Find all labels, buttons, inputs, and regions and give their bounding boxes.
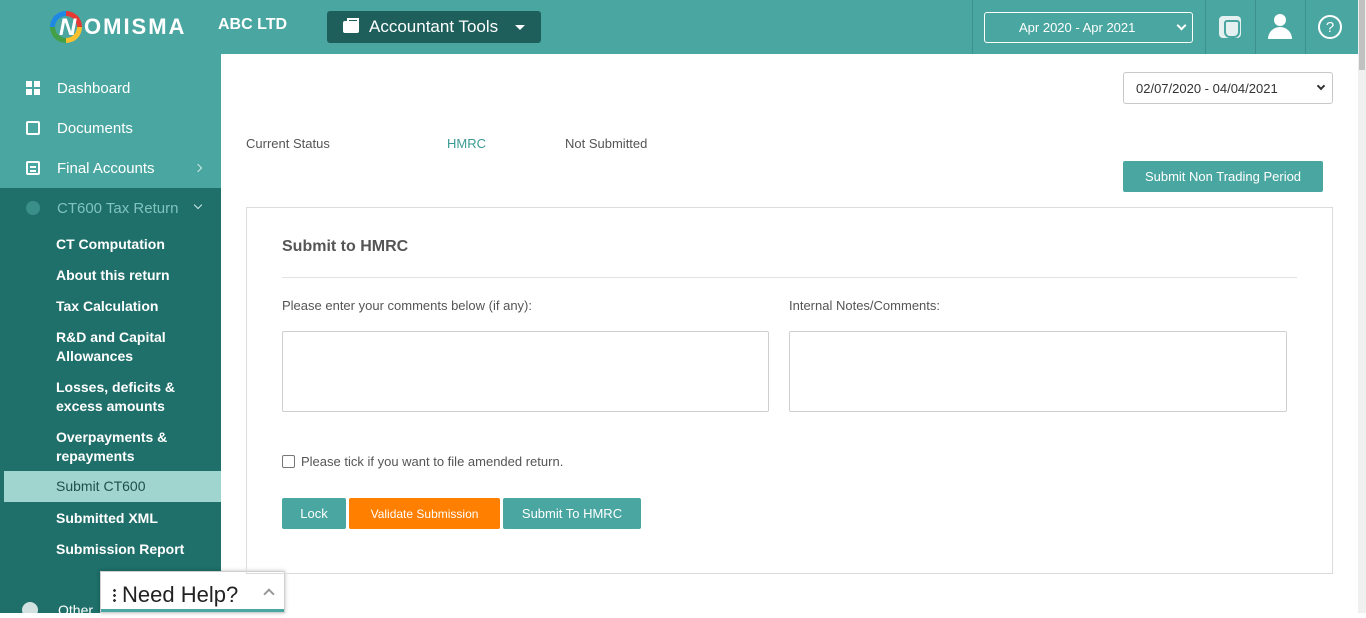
- hmrc-crest-button[interactable]: [1205, 0, 1255, 54]
- logo-text: OMISMA: [84, 14, 187, 39]
- caret-down-icon: [515, 24, 525, 30]
- submit-non-trading-button[interactable]: Submit Non Trading Period: [1123, 161, 1323, 192]
- sidebar-subitem-submit-ct600[interactable]: Submit CT600: [4, 471, 221, 502]
- accountant-tools-label: Accountant Tools: [369, 17, 499, 36]
- chevron-up-icon[interactable]: [263, 588, 275, 600]
- sidebar-subitem-overpayments[interactable]: Overpayments & repayments: [56, 428, 221, 466]
- sidebar-subitem-submitted-xml[interactable]: Submitted XML: [56, 509, 221, 528]
- drag-handle-icon[interactable]: [113, 588, 116, 602]
- top-bar: N OMISMA ABC LTD Accountant Tools Apr 20…: [0, 0, 1366, 54]
- validate-submission-button[interactable]: Validate Submission: [349, 498, 500, 529]
- sidebar-subitem-losses[interactable]: Losses, deficits & excess amounts: [56, 378, 221, 416]
- chevron-down-icon: [1316, 81, 1326, 91]
- sidebar-subitem-rd-capital-allowances[interactable]: R&D and Capital Allowances: [56, 328, 221, 366]
- amend-return-label: Please tick if you want to file amended …: [301, 454, 564, 469]
- help-icon: ?: [1318, 15, 1342, 39]
- panel-title: Submit to HMRC: [282, 238, 409, 255]
- sidebar-item-label: Documents: [57, 119, 133, 137]
- page-scrollbar[interactable]: [1358, 0, 1366, 613]
- period-select[interactable]: Apr 2020 - Apr 2021: [984, 12, 1193, 43]
- sidebar-subitem-ct-computation[interactable]: CT Computation: [56, 235, 221, 254]
- lock-button[interactable]: Lock: [282, 498, 346, 529]
- chevron-down-icon: [1176, 20, 1187, 31]
- sidebar-item-documents[interactable]: Documents: [0, 108, 221, 148]
- help-button[interactable]: ?: [1305, 0, 1355, 54]
- need-help-accent-bar: [101, 609, 284, 612]
- divider: [282, 277, 1297, 278]
- sidebar-item-label: CT600 Tax Return: [57, 199, 179, 217]
- user-icon: [1268, 14, 1292, 40]
- need-help-label: Need Help?: [122, 582, 239, 607]
- sidebar-subitem-about-return[interactable]: About this return: [56, 266, 221, 285]
- sidebar-item-label: Dashboard: [57, 79, 131, 97]
- crest-icon: [1219, 16, 1241, 38]
- briefcase-icon: [343, 18, 359, 33]
- dashboard-icon: [26, 81, 40, 95]
- sidebar-subitem-submission-report[interactable]: Submission Report: [56, 540, 221, 559]
- documents-icon: [26, 121, 40, 135]
- sidebar-item-label: Final Accounts: [57, 159, 155, 177]
- sidebar-item-final-accounts[interactable]: Final Accounts: [0, 148, 221, 188]
- nomisma-logo[interactable]: N OMISMA: [50, 10, 186, 44]
- accountant-tools-dropdown[interactable]: Accountant Tools: [327, 11, 541, 43]
- other-icon: [22, 602, 38, 618]
- tax-return-icon: [26, 201, 40, 215]
- chevron-right-icon: [193, 163, 203, 173]
- amend-return-checkbox[interactable]: [282, 455, 295, 468]
- user-profile-button[interactable]: [1255, 0, 1305, 54]
- accounts-icon: [26, 161, 40, 175]
- status-hmrc: HMRC: [447, 136, 486, 151]
- divider: [972, 0, 973, 54]
- current-status-label: Current Status: [246, 136, 330, 151]
- scrollbar-thumb[interactable]: [1359, 0, 1365, 70]
- internal-notes-textarea[interactable]: [789, 331, 1287, 412]
- logo-letter: N: [59, 14, 77, 41]
- company-name: ABC LTD: [218, 16, 288, 33]
- logo-ring-icon: N: [50, 11, 82, 43]
- sidebar-item-dashboard[interactable]: Dashboard: [0, 68, 221, 108]
- comments-label: Please enter your comments below (if any…: [282, 298, 532, 313]
- sidebar-item-other[interactable]: Other: [22, 602, 93, 618]
- need-help-widget[interactable]: Need Help?: [100, 571, 285, 613]
- date-range-value: 02/07/2020 - 04/04/2021: [1136, 80, 1278, 96]
- comments-textarea[interactable]: [282, 331, 769, 412]
- date-range-select[interactable]: 02/07/2020 - 04/04/2021: [1123, 72, 1333, 104]
- internal-notes-label: Internal Notes/Comments:: [789, 298, 941, 313]
- chevron-down-icon: [193, 200, 203, 210]
- sidebar-item-label: Other: [58, 602, 94, 618]
- sidebar-subitem-tax-calculation[interactable]: Tax Calculation: [56, 297, 221, 316]
- status-value: Not Submitted: [565, 136, 648, 151]
- period-value: Apr 2020 - Apr 2021: [1019, 20, 1136, 35]
- sidebar-item-ct600[interactable]: CT600 Tax Return: [0, 188, 221, 228]
- submit-to-hmrc-button[interactable]: Submit To HMRC: [503, 498, 641, 529]
